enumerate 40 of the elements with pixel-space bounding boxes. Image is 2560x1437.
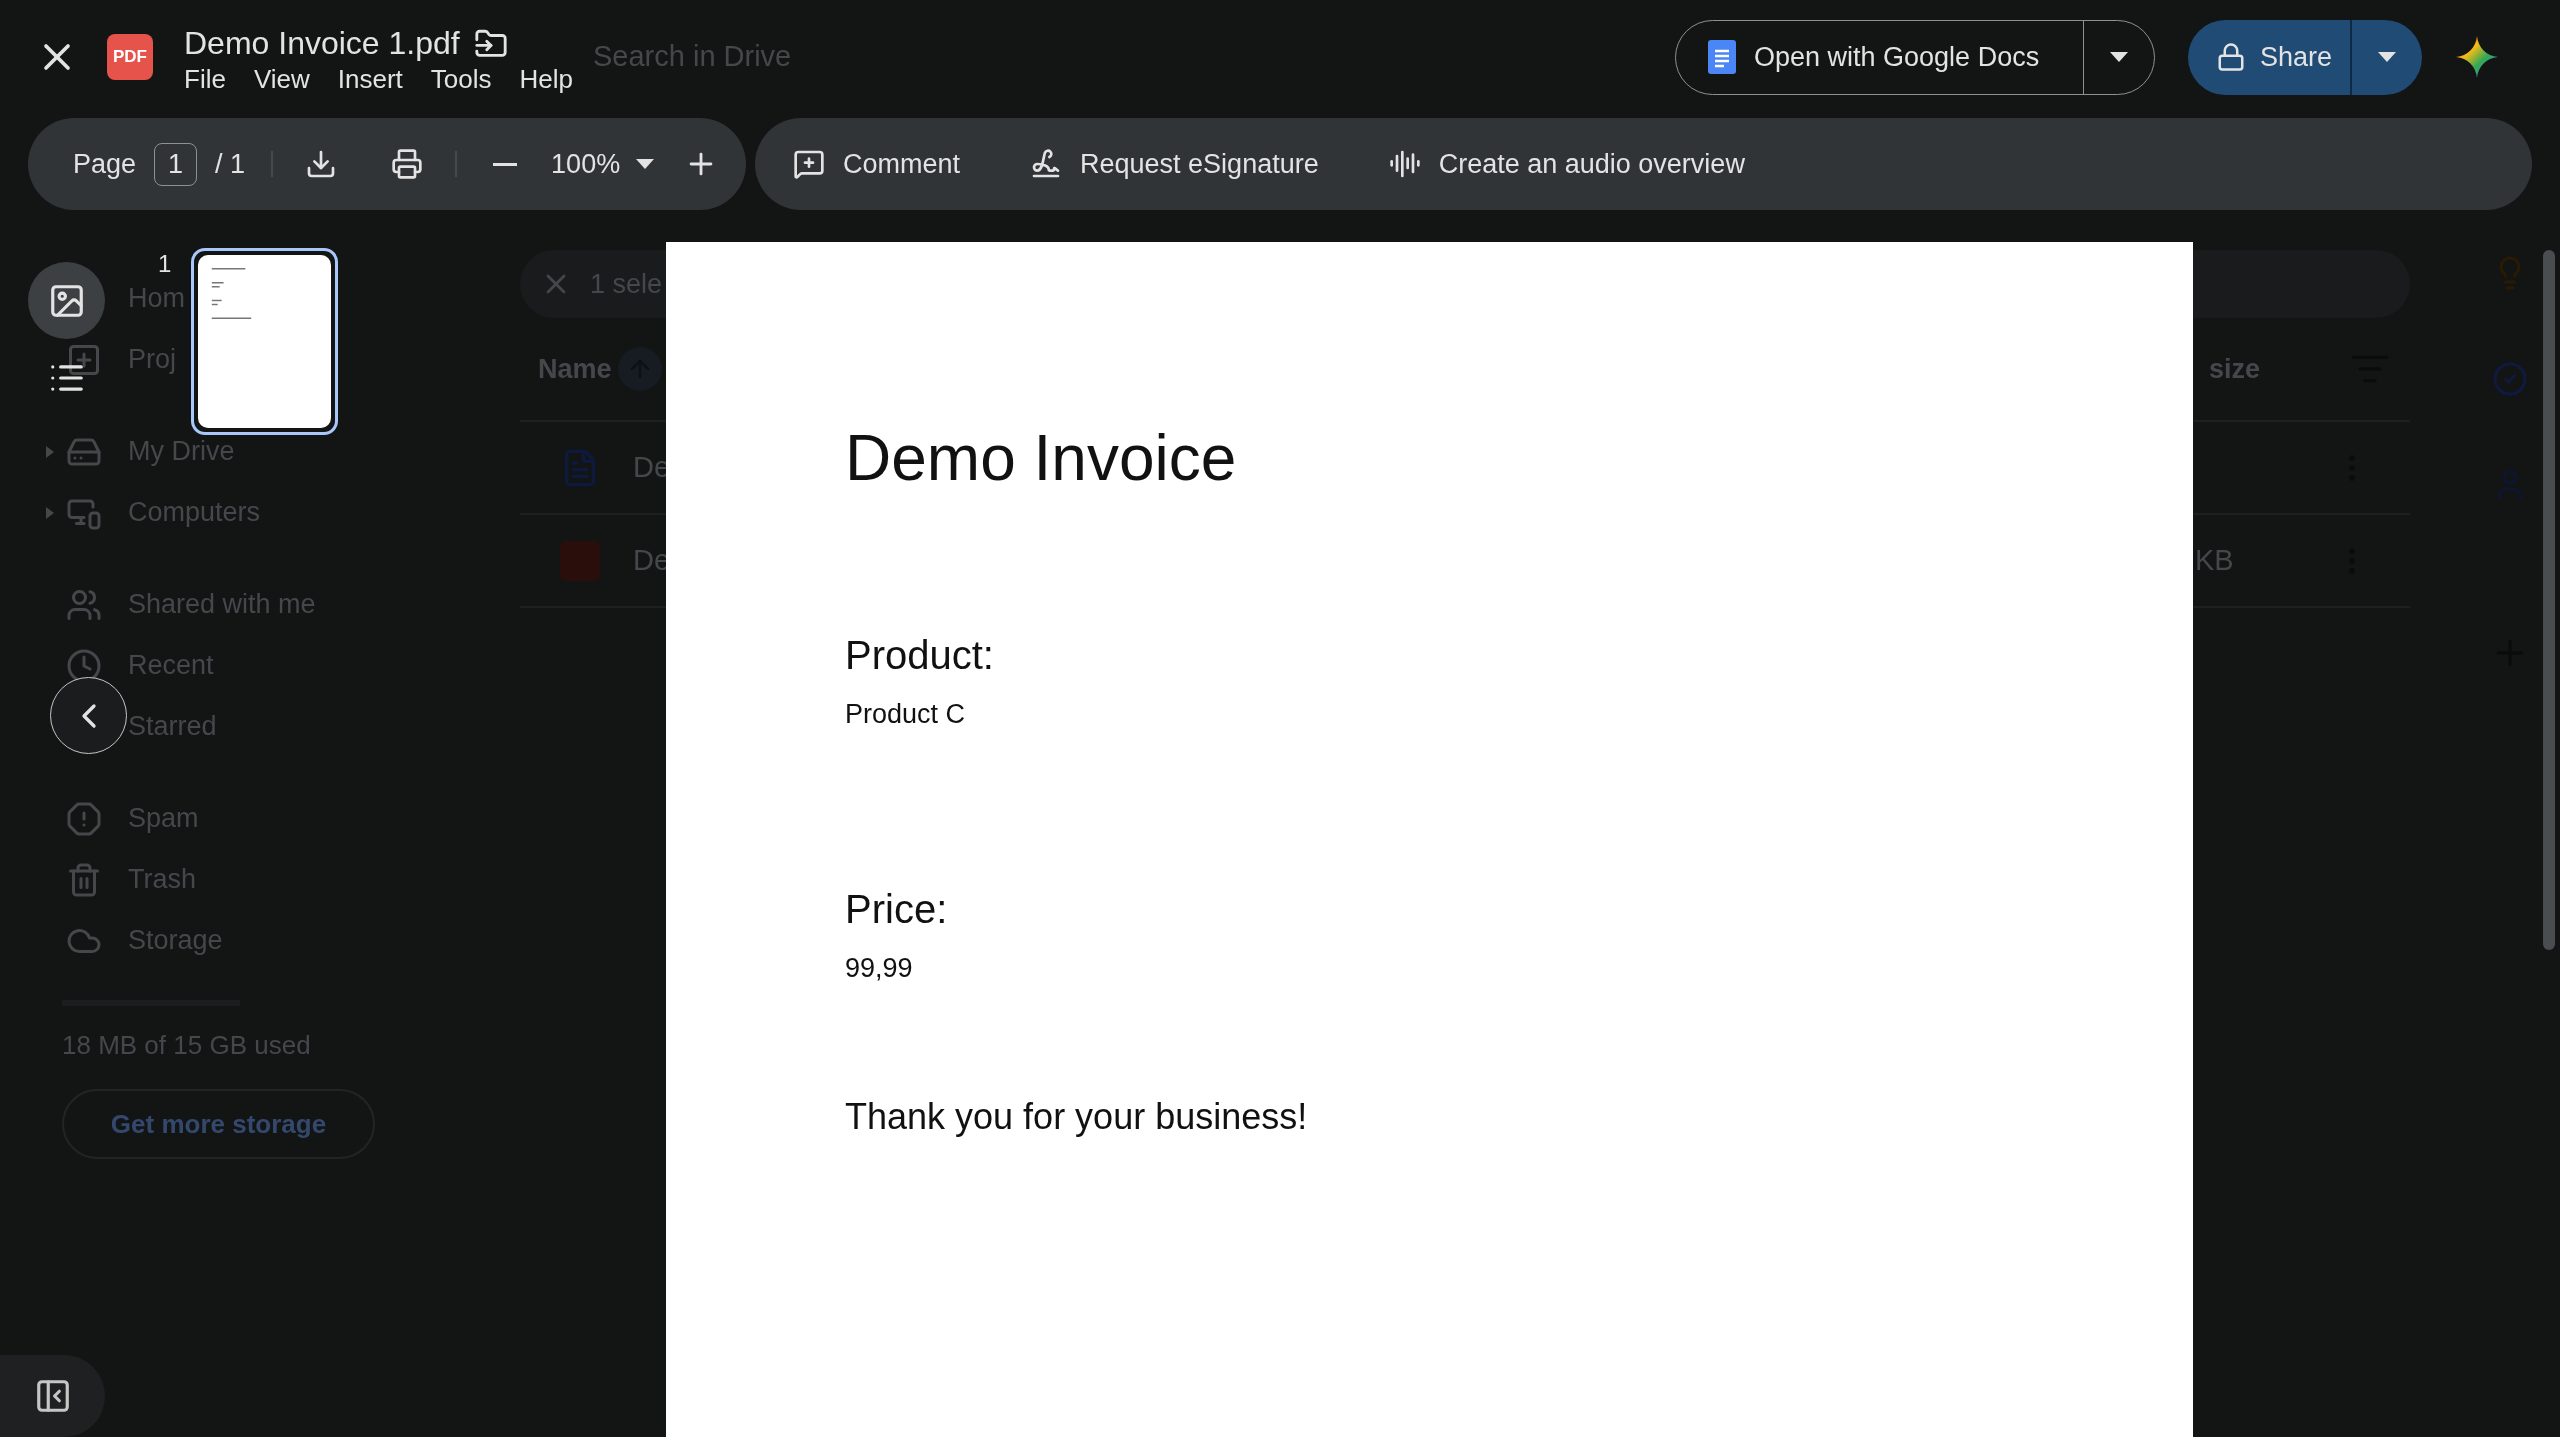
expand-triangle-icon	[46, 506, 56, 519]
menu-item[interactable]: Help	[519, 64, 573, 95]
check-icon[interactable]	[2492, 361, 2528, 397]
section-heading: Product:	[845, 632, 994, 678]
minus-icon	[493, 162, 518, 166]
get-storage-button[interactable]: Get more storage	[62, 1089, 375, 1159]
scrollbar[interactable]	[2543, 250, 2555, 950]
section-heading: Price:	[845, 886, 948, 932]
toolbar-action[interactable]: Comment	[787, 147, 967, 181]
menu-item[interactable]: Tools	[430, 64, 492, 95]
file-title: Demo Invoice 1.pdf	[184, 25, 460, 62]
page-number: 1	[158, 250, 172, 278]
caret-icon	[2110, 52, 2128, 62]
menu-item[interactable]: View	[253, 64, 310, 95]
document-icon	[1708, 40, 1736, 74]
caret-icon	[2378, 52, 2396, 62]
toolbar-action[interactable]: Create an audio overview	[1382, 147, 1751, 181]
pdf-icon: PDF	[107, 34, 153, 80]
panel-toggle-button[interactable]	[0, 1355, 105, 1437]
warning-icon	[66, 800, 102, 837]
document-title: Demo Invoice	[845, 421, 1237, 495]
printer-icon	[391, 148, 424, 180]
sparkle-icon[interactable]	[2456, 36, 2498, 78]
page-number-field[interactable]: 1	[154, 142, 198, 186]
zoom-dropdown[interactable]: 100%	[545, 147, 661, 181]
section-value: 99,99	[845, 953, 913, 984]
expand-triangle-icon	[46, 445, 56, 458]
comment-icon	[793, 148, 825, 180]
audio-icon	[1388, 148, 1421, 180]
section-value: Product C	[845, 699, 966, 730]
lock-icon	[2216, 42, 2246, 72]
caret-icon	[636, 159, 655, 169]
toolbar-action[interactable]: Request eSignature	[1024, 147, 1325, 181]
page-thumbnail[interactable]	[191, 248, 339, 435]
menu-item[interactable]: File	[184, 64, 226, 95]
trash-icon	[66, 861, 102, 898]
page-total: / 1	[215, 148, 246, 180]
closing-text: Thank you for your business!	[845, 1096, 1308, 1138]
menu-item[interactable]: Insert	[337, 64, 403, 95]
page-label: Page	[73, 148, 137, 180]
